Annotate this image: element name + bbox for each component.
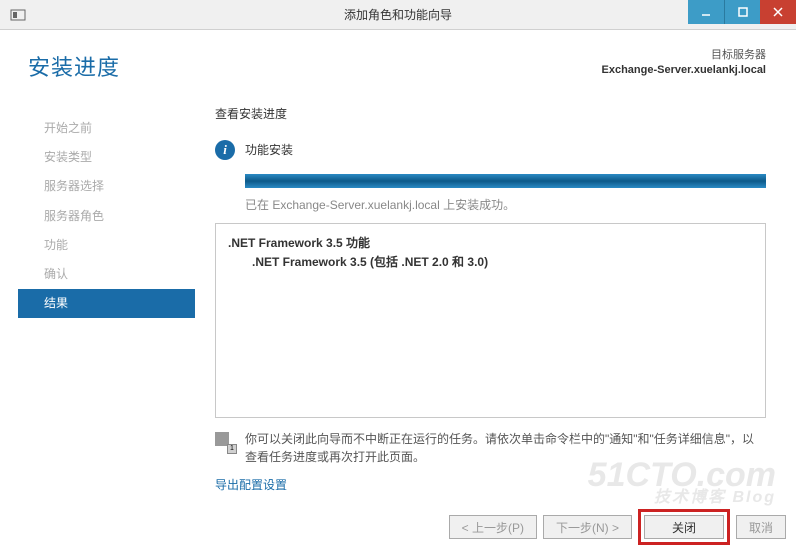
install-message: 已在 Exchange-Server.xuelankj.local 上安装成功。 bbox=[245, 196, 766, 213]
progress-bar bbox=[245, 174, 766, 188]
wizard-steps: 开始之前安装类型服务器选择服务器角色功能确认结果 bbox=[18, 114, 195, 318]
cancel-button: 取消 bbox=[736, 515, 786, 539]
app-icon bbox=[6, 3, 30, 27]
export-config-link[interactable]: 导出配置设置 bbox=[215, 476, 287, 493]
titlebar: 添加角色和功能向导 bbox=[0, 0, 796, 30]
wizard-step: 确认 bbox=[18, 260, 195, 289]
destination-server: 目标服务器 Exchange-Server.xuelankj.local bbox=[215, 48, 766, 79]
progress-section-label: 查看安装进度 bbox=[215, 105, 766, 122]
status-text: 功能安装 bbox=[245, 141, 293, 158]
note-row: 1 你可以关闭此向导而不中断正在运行的任务。请依次单击命令栏中的"通知"和"任务… bbox=[215, 430, 766, 466]
status-row: i 功能安装 bbox=[215, 140, 766, 160]
left-pane: 安装进度 开始之前安装类型服务器选择服务器角色功能确认结果 bbox=[0, 30, 195, 510]
next-button: 下一步(N) > bbox=[543, 515, 632, 539]
window-title: 添加角色和功能向导 bbox=[344, 6, 452, 23]
maximize-button[interactable] bbox=[724, 0, 760, 24]
close-button[interactable]: 关闭 bbox=[644, 515, 724, 539]
wizard-content: 安装进度 开始之前安装类型服务器选择服务器角色功能确认结果 目标服务器 Exch… bbox=[0, 30, 796, 510]
note-text: 你可以关闭此向导而不中断正在运行的任务。请依次单击命令栏中的"通知"和"任务详细… bbox=[245, 430, 766, 466]
feature-group: .NET Framework 3.5 功能 bbox=[228, 234, 753, 253]
page-title: 安装进度 bbox=[28, 50, 195, 82]
wizard-step: 结果 bbox=[18, 289, 195, 318]
dest-label: 目标服务器 bbox=[215, 48, 766, 63]
wizard-step: 服务器选择 bbox=[18, 172, 195, 201]
previous-button: < 上一步(P) bbox=[449, 515, 537, 539]
flag-icon: 1 bbox=[215, 432, 235, 452]
wizard-step: 服务器角色 bbox=[18, 202, 195, 231]
window-controls bbox=[688, 0, 796, 24]
notification-badge: 1 bbox=[227, 444, 237, 454]
wizard-step: 功能 bbox=[18, 231, 195, 260]
close-button-highlight: 关闭 bbox=[638, 509, 730, 545]
minimize-button[interactable] bbox=[688, 0, 724, 24]
dest-server-name: Exchange-Server.xuelankj.local bbox=[215, 63, 766, 78]
wizard-step: 安装类型 bbox=[18, 143, 195, 172]
feature-item: .NET Framework 3.5 (包括 .NET 2.0 和 3.0) bbox=[228, 253, 753, 272]
wizard-buttons: < 上一步(P) 下一步(N) > 关闭 取消 bbox=[449, 509, 786, 545]
wizard-step: 开始之前 bbox=[18, 114, 195, 143]
window-close-button[interactable] bbox=[760, 0, 796, 24]
right-pane: 目标服务器 Exchange-Server.xuelankj.local 查看安… bbox=[195, 30, 796, 510]
info-icon: i bbox=[215, 140, 235, 160]
install-details[interactable]: .NET Framework 3.5 功能 .NET Framework 3.5… bbox=[215, 223, 766, 418]
